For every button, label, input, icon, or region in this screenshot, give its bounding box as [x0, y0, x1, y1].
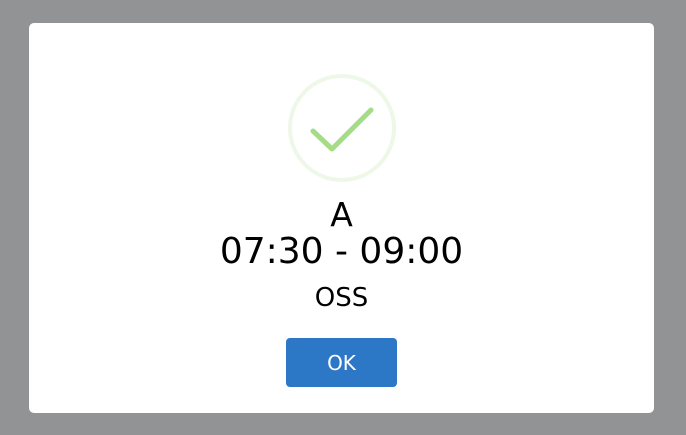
- location-label: OSS: [314, 283, 369, 313]
- confirmation-dialog: A 07:30 - 09:00 OSS OK: [29, 23, 654, 413]
- time-range: 07:30 - 09:00: [219, 231, 464, 272]
- dialog-title: A: [330, 195, 353, 234]
- check-circle-icon: [288, 74, 396, 182]
- ok-button[interactable]: OK: [286, 338, 397, 387]
